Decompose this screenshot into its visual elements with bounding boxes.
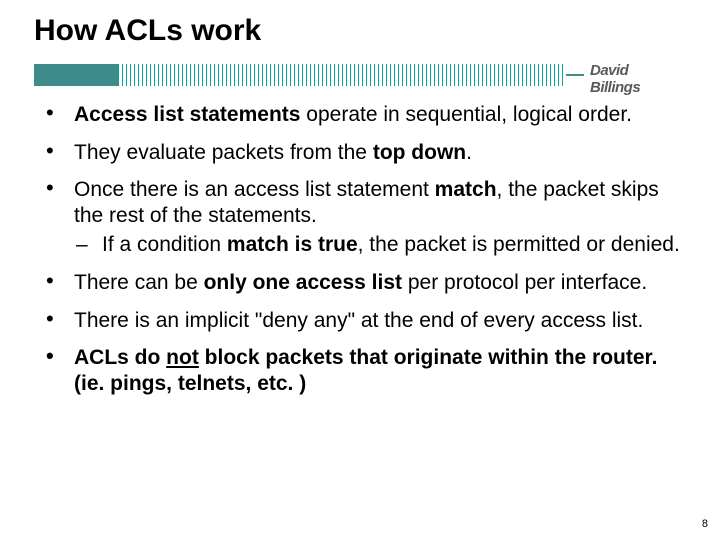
bullet-6: ACLs do not block packets that originate… [40,345,690,396]
separator-stripes [118,64,566,86]
text: . [466,141,472,164]
text: match [435,178,497,201]
text: There can be [74,271,204,294]
separator-solid [34,64,118,86]
text: only one access list [204,271,402,294]
text: operate in sequential, logical order. [300,103,632,126]
text: Access list statements [74,103,300,126]
text: There is an implicit "deny any" at the e… [74,309,643,332]
bullet-1: Access list statements operate in sequen… [40,102,690,128]
text: not [166,346,199,369]
text: top down [373,141,466,164]
slide-title: How ACLs work [34,14,261,48]
bullet-3: Once there is an access list statement m… [40,177,690,258]
bullet-4: There can be only one access list per pr… [40,270,690,296]
author-label: David Billings [584,62,686,96]
separator-bar: David Billings [34,64,686,86]
bullet-3-sub: If a condition match is true, the packet… [74,232,690,258]
text: per protocol per interface. [402,271,647,294]
text: If a condition [102,233,227,256]
slide-body: Access list statements operate in sequen… [40,102,690,408]
text: match is true [227,233,358,256]
bullet-5: There is an implicit "deny any" at the e… [40,308,690,334]
text: ACLs do [74,346,166,369]
text: They evaluate packets from the [74,141,373,164]
slide: How ACLs work David Billings Access list… [0,0,720,540]
text: Once there is an access list statement [74,178,435,201]
page-number: 8 [702,518,708,530]
bullet-2: They evaluate packets from the top down. [40,140,690,166]
text: , the packet is permitted or denied. [358,233,680,256]
